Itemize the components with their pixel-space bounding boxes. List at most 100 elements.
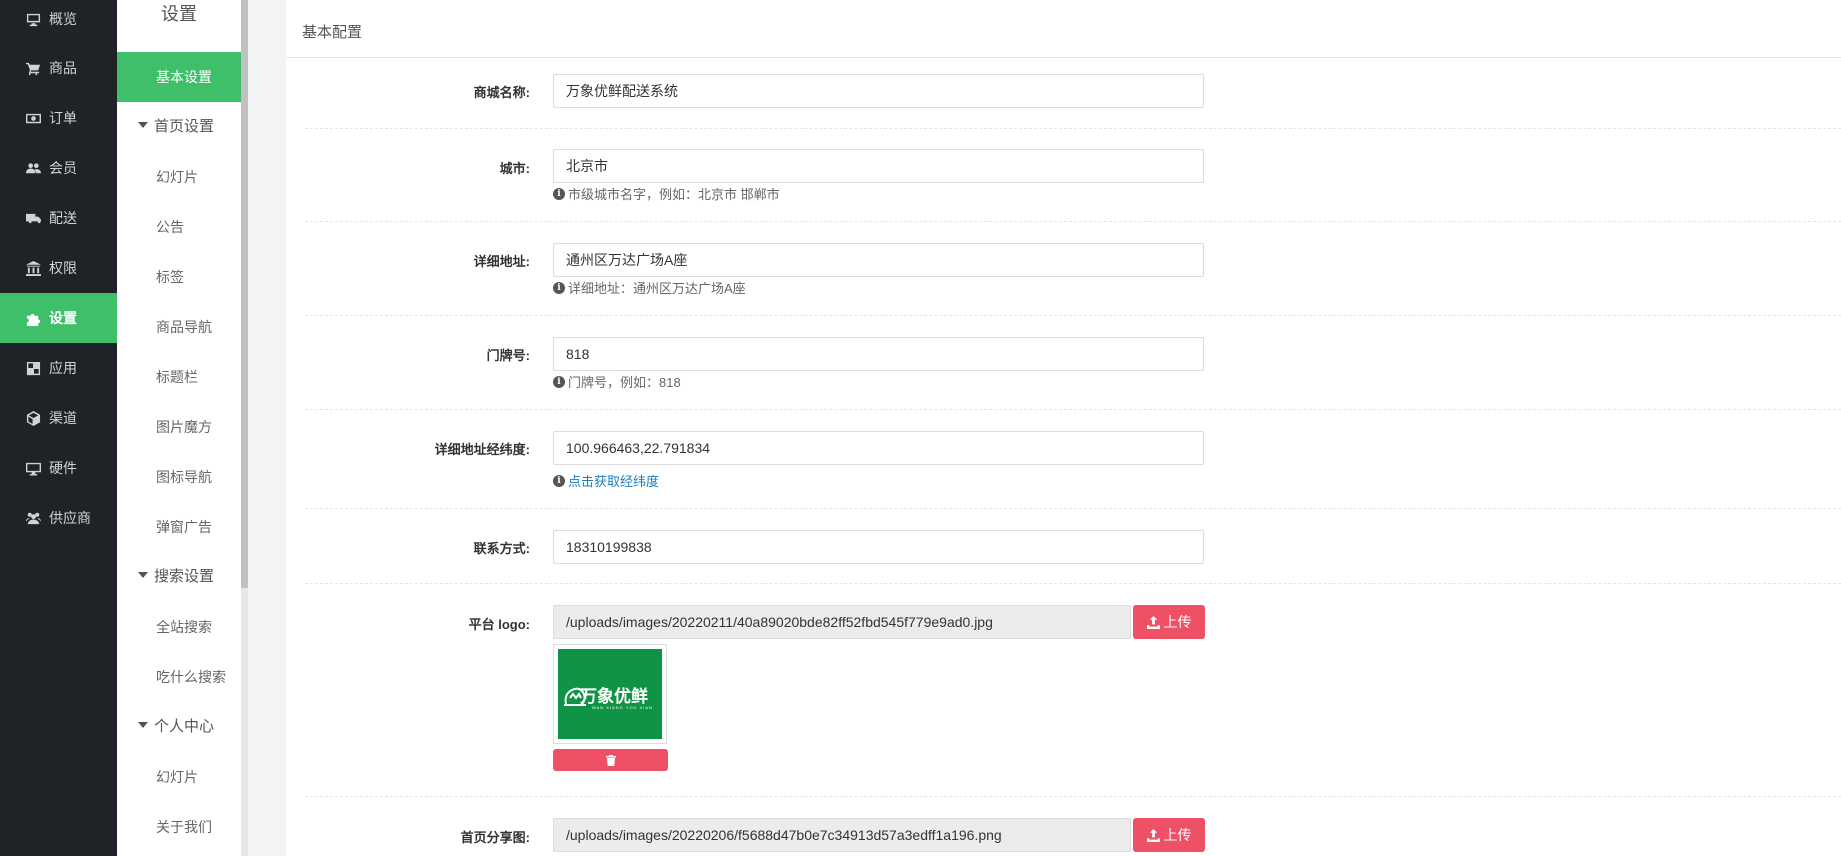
nav-item-apps[interactable]: 应用 xyxy=(0,343,117,393)
submenu-item-about-us[interactable]: 关于我们 xyxy=(117,802,241,852)
settings-panel: 基本配置 商城名称: 万象优鲜配送系统 城市: 北京市 i 市级城市名字，例如：北… xyxy=(286,0,1841,856)
submenu-basic-settings[interactable]: 基本设置 xyxy=(117,52,241,102)
nav-label: 硬件 xyxy=(49,460,77,476)
share-image-upload-button[interactable]: 上传 xyxy=(1133,818,1205,852)
group-label: 搜索设置 xyxy=(154,568,215,585)
coords-label: 详细地址经纬度: xyxy=(434,442,530,457)
trash-icon xyxy=(605,754,616,766)
submenu-item-product-nav[interactable]: 商品导航 xyxy=(117,302,241,352)
logo-text: 万象优鲜 xyxy=(580,686,648,706)
submenu-item-personal-slides[interactable]: 幻灯片 xyxy=(117,752,241,802)
nav-item-hardware[interactable]: 硬件 xyxy=(0,443,117,493)
panel-title: 基本配置 xyxy=(302,24,363,41)
city-help: i 市级城市名字，例如：北京市 邯郸市 xyxy=(553,184,780,203)
submenu-item-image-cube[interactable]: 图片魔方 xyxy=(117,402,241,452)
submenu-group-home[interactable]: 首页设置 xyxy=(117,102,241,152)
contact-input[interactable]: 18310199838 xyxy=(553,530,1204,564)
row-divider xyxy=(305,796,1841,797)
info-icon: i xyxy=(553,281,565,294)
submenu-item-popup-ad[interactable]: 弹窗广告 xyxy=(117,502,241,552)
submenu-item-icon-nav[interactable]: 图标导航 xyxy=(117,452,241,502)
upload-icon xyxy=(1146,615,1160,629)
info-icon: i xyxy=(553,474,565,487)
logo-path-input[interactable]: /uploads/images/20220211/40a89020bde82ff… xyxy=(553,605,1131,639)
submenu-group-search[interactable]: 搜索设置 xyxy=(117,552,241,602)
nav-label: 供应商 xyxy=(49,510,91,526)
submenu-scrollbar[interactable] xyxy=(241,0,248,856)
settings-submenu: 设置 基本设置 首页设置 幻灯片 公告 标签 商品导航 标题栏 图片魔方 图标导… xyxy=(117,0,241,856)
submenu-item-notice[interactable]: 公告 xyxy=(117,202,241,252)
submenu-item-slides[interactable]: 幻灯片 xyxy=(117,152,241,202)
get-coords-link[interactable]: 点击获取经纬度 xyxy=(568,471,659,490)
group-label: 首页设置 xyxy=(154,118,215,135)
coords-help: i 点击获取经纬度 xyxy=(553,471,659,490)
row-divider xyxy=(305,315,1841,316)
logo-delete-button[interactable] xyxy=(553,749,668,771)
truck-icon xyxy=(25,210,41,226)
nav-item-members[interactable]: 会员 xyxy=(0,143,117,193)
nav-label: 渠道 xyxy=(49,410,77,426)
nav-label: 应用 xyxy=(49,360,77,376)
nav-item-settings[interactable]: 设置 xyxy=(0,293,117,343)
info-icon: i xyxy=(553,187,565,200)
nav-item-delivery[interactable]: 配送 xyxy=(0,193,117,243)
nav-item-channels[interactable]: 渠道 xyxy=(0,393,117,443)
nav-label: 会员 xyxy=(49,160,77,176)
nav-item-overview[interactable]: 概览 xyxy=(0,0,117,44)
submenu-item-food-search[interactable]: 吃什么搜索 xyxy=(117,652,241,702)
logo-upload-button[interactable]: 上传 xyxy=(1133,605,1205,639)
nav-label: 订单 xyxy=(49,110,77,126)
row-divider xyxy=(305,409,1841,410)
contact-label: 联系方式: xyxy=(473,541,530,556)
nav-item-suppliers[interactable]: 供应商 xyxy=(0,493,117,543)
caret-down-icon xyxy=(138,722,148,729)
logo-mark-icon xyxy=(564,687,586,706)
help-text: 市级城市名字，例如：北京市 邯郸市 xyxy=(568,187,780,202)
bank-icon xyxy=(25,260,41,276)
city-label: 城市: xyxy=(499,161,530,176)
caret-down-icon xyxy=(138,122,148,129)
nav-label: 商品 xyxy=(49,60,77,76)
cart-icon xyxy=(25,60,41,76)
grid-icon xyxy=(25,360,41,376)
puzzle-icon xyxy=(25,310,41,326)
share-image-path-input[interactable]: /uploads/images/20220206/f5688d47b0e7c34… xyxy=(553,818,1131,852)
address-help: i 详细地址：通州区万达广场A座 xyxy=(553,278,746,297)
row-divider xyxy=(305,221,1841,222)
submenu-item-title-bar[interactable]: 标题栏 xyxy=(117,352,241,402)
main-nav: 概览 商品 订单 会员 配送 权限 设置 应用 渠道 硬件 供应商 xyxy=(0,0,117,856)
nav-label: 权限 xyxy=(49,260,77,276)
upload-icon xyxy=(1146,828,1160,842)
upload-label: 上传 xyxy=(1163,614,1192,630)
nav-item-permissions[interactable]: 权限 xyxy=(0,243,117,293)
scrollbar-thumb[interactable] xyxy=(241,0,248,588)
nav-item-orders[interactable]: 订单 xyxy=(0,93,117,143)
upload-label: 上传 xyxy=(1163,827,1192,843)
submenu-item-site-search[interactable]: 全站搜索 xyxy=(117,602,241,652)
door-number-input[interactable]: 818 xyxy=(553,337,1204,371)
submenu-group-personal[interactable]: 个人中心 xyxy=(117,702,241,752)
address-input[interactable]: 通州区万达广场A座 xyxy=(553,243,1204,277)
shop-name-input[interactable]: 万象优鲜配送系统 xyxy=(553,74,1204,108)
submenu-title: 设置 xyxy=(161,4,197,24)
nav-label: 配送 xyxy=(49,210,77,226)
help-text: 门牌号，例如：818 xyxy=(568,375,681,390)
monitor-icon xyxy=(25,11,41,27)
desktop-icon xyxy=(25,460,41,476)
city-input[interactable]: 北京市 xyxy=(553,149,1204,183)
nav-label: 设置 xyxy=(49,310,77,326)
panel-header: 基本配置 xyxy=(286,0,1841,58)
supplier-icon xyxy=(25,510,41,526)
nav-label: 概览 xyxy=(49,11,77,27)
nav-item-products[interactable]: 商品 xyxy=(0,43,117,93)
logo-subtext: WAN XIANG YOU XIAN xyxy=(592,705,653,710)
share-image-label: 首页分享图: xyxy=(460,830,530,845)
help-text: 详细地址：通州区万达广场A座 xyxy=(568,281,746,296)
submenu-item-tags[interactable]: 标签 xyxy=(117,252,241,302)
address-label: 详细地址: xyxy=(473,254,530,269)
coords-input[interactable]: 100.966463,22.791834 xyxy=(553,431,1204,465)
door-number-help: i 门牌号，例如：818 xyxy=(553,372,681,391)
row-divider xyxy=(305,508,1841,509)
logo-label: 平台 logo: xyxy=(468,617,530,632)
info-icon: i xyxy=(553,375,565,388)
